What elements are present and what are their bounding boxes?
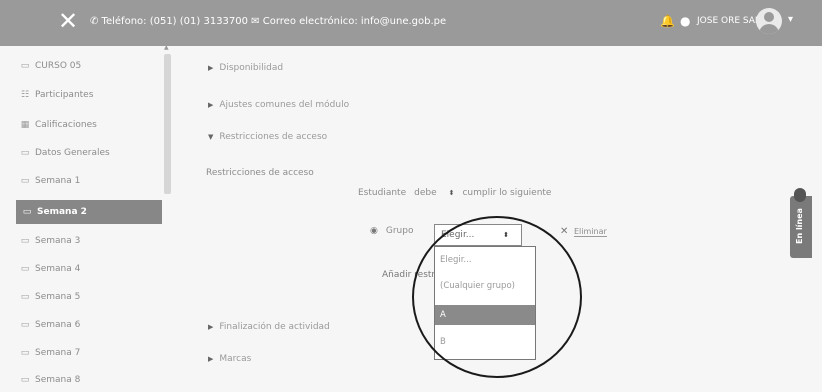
caret-right-icon: ▶ bbox=[208, 101, 214, 109]
caret-right-icon: ▶ bbox=[208, 323, 214, 331]
sidebar-item-label: CURSO 05 bbox=[35, 61, 82, 71]
sidebar-item-label: Semana 1 bbox=[35, 176, 81, 186]
avatar[interactable] bbox=[756, 8, 782, 34]
course-sidebar: ▭ CURSO 05 ☷ Participantes ▦ Calificaciones… bbox=[10, 46, 162, 392]
folder-icon: ▭ bbox=[20, 348, 30, 358]
delete-link[interactable]: Eliminar bbox=[574, 227, 607, 237]
group-select-value: Elegir... bbox=[441, 230, 475, 240]
users-icon: ☷ bbox=[20, 90, 30, 100]
close-icon[interactable]: ✕ bbox=[58, 9, 78, 33]
folder-icon: ▭ bbox=[20, 176, 30, 186]
scrollbar-thumb[interactable] bbox=[164, 54, 171, 194]
sidebar-item-curso[interactable]: ▭ CURSO 05 bbox=[18, 55, 162, 77]
close-icon[interactable]: ✕ bbox=[560, 226, 568, 237]
dropdown-option-b[interactable]: B bbox=[435, 333, 535, 351]
scroll-up-icon[interactable]: ▲ bbox=[164, 44, 169, 51]
group-dropdown-list: Elegir... (Cualquier grupo) A B bbox=[434, 246, 536, 360]
section-marcas[interactable]: ▶ Marcas bbox=[208, 354, 251, 364]
contact-info: ✆ Teléfono: (051) (01) 3133700 ✉ Correo … bbox=[90, 16, 447, 27]
chevron-updown-icon: ⬍ bbox=[503, 231, 509, 239]
sidebar-item-datos-generales[interactable]: ▭ Datos Generales bbox=[18, 142, 162, 164]
condition-prefix: Estudiante bbox=[358, 188, 407, 198]
sidebar-item-label: Semana 2 bbox=[37, 207, 87, 217]
folder-icon: ▭ bbox=[20, 148, 30, 158]
folder-icon: ▭ bbox=[20, 236, 30, 246]
sidebar-item-semana-4[interactable]: ▭ Semana 4 bbox=[18, 258, 162, 280]
sidebar-item-label: Calificaciones bbox=[35, 120, 97, 130]
main-content: ▶ Disponibilidad ▶ Ajustes comunes del mód… bbox=[172, 46, 792, 392]
sidebar-item-semana-7[interactable]: ▭ Semana 7 bbox=[18, 342, 162, 364]
top-navbar: ✕ ✆ Teléfono: (051) (01) 3133700 ✉ Corre… bbox=[0, 0, 822, 46]
sidebar-item-label: Semana 7 bbox=[35, 348, 81, 358]
folder-icon: ▭ bbox=[20, 264, 30, 274]
dropdown-option-cualquier[interactable]: (Cualquier grupo) bbox=[435, 277, 535, 295]
sidebar-item-label: Semana 5 bbox=[35, 292, 81, 302]
section-ajustes-comunes[interactable]: ▶ Ajustes comunes del módulo bbox=[208, 100, 349, 110]
toggle-icon[interactable] bbox=[794, 188, 806, 202]
sidebar-item-semana-6[interactable]: ▭ Semana 6 bbox=[18, 314, 162, 336]
folder-icon: ▭ bbox=[20, 292, 30, 302]
sidebar-item-semana-3[interactable]: ▭ Semana 3 bbox=[18, 230, 162, 252]
section-disponibilidad[interactable]: ▶ Disponibilidad bbox=[208, 63, 283, 73]
folder-icon: ▭ bbox=[22, 207, 32, 217]
condition-select[interactable]: debe ⬍ bbox=[414, 188, 454, 198]
dropdown-option-elegir[interactable]: Elegir... bbox=[435, 251, 535, 269]
sidebar-item-calificaciones[interactable]: ▦ Calificaciones bbox=[18, 114, 162, 136]
section-restricciones[interactable]: ▼ Restricciones de acceso bbox=[208, 132, 327, 142]
caret-right-icon: ▶ bbox=[208, 64, 214, 72]
folder-icon: ▭ bbox=[20, 375, 30, 385]
sidebar-item-participantes[interactable]: ☷ Participantes bbox=[18, 84, 162, 106]
condition-suffix: cumplir lo siguiente bbox=[462, 188, 552, 198]
course-icon: ▭ bbox=[20, 61, 30, 71]
sidebar-item-label: Datos Generales bbox=[35, 148, 110, 158]
sidebar-item-semana-5[interactable]: ▭ Semana 5 bbox=[18, 286, 162, 308]
grid-icon: ▦ bbox=[20, 120, 30, 130]
sidebar-item-semana-8[interactable]: ▭ Semana 8 bbox=[18, 369, 162, 391]
eye-icon[interactable]: ◉ bbox=[370, 226, 378, 236]
sidebar-item-label: Semana 6 bbox=[35, 320, 81, 330]
sidebar-item-semana-2[interactable]: ▭ Semana 2 bbox=[16, 200, 162, 224]
group-label: Grupo bbox=[385, 226, 414, 236]
condition-row: Estudiante debe ⬍ cumplir lo siguiente bbox=[358, 188, 551, 198]
chevron-updown-icon: ⬍ bbox=[448, 189, 455, 197]
sidebar-item-label: Semana 4 bbox=[35, 264, 81, 274]
chat-icon[interactable]: ● bbox=[680, 14, 690, 28]
caret-right-icon: ▶ bbox=[208, 355, 214, 363]
restricciones-label: Restricciones de acceso bbox=[206, 168, 314, 178]
folder-icon: ▭ bbox=[20, 320, 30, 330]
group-select[interactable]: Elegir... ⬍ bbox=[434, 224, 522, 246]
dropdown-option-a[interactable]: A bbox=[435, 305, 535, 325]
online-tab[interactable]: En línea bbox=[790, 188, 812, 258]
group-restriction-row: ◉ Grupo ✕ Eliminar bbox=[370, 226, 607, 237]
section-finalizacion[interactable]: ▶ Finalización de actividad bbox=[208, 322, 330, 332]
sidebar-item-label: Semana 8 bbox=[35, 375, 81, 385]
sidebar-item-semana-1[interactable]: ▭ Semana 1 bbox=[18, 170, 162, 192]
online-tab-label: En línea bbox=[795, 208, 804, 244]
chevron-down-icon[interactable]: ▾ bbox=[788, 14, 793, 25]
sidebar-item-label: Participantes bbox=[35, 90, 94, 100]
bell-icon[interactable]: 🔔 bbox=[660, 14, 675, 28]
sidebar-scrollbar[interactable]: ▲ bbox=[164, 44, 171, 196]
sidebar-item-label: Semana 3 bbox=[35, 236, 81, 246]
caret-down-icon: ▼ bbox=[208, 133, 214, 141]
